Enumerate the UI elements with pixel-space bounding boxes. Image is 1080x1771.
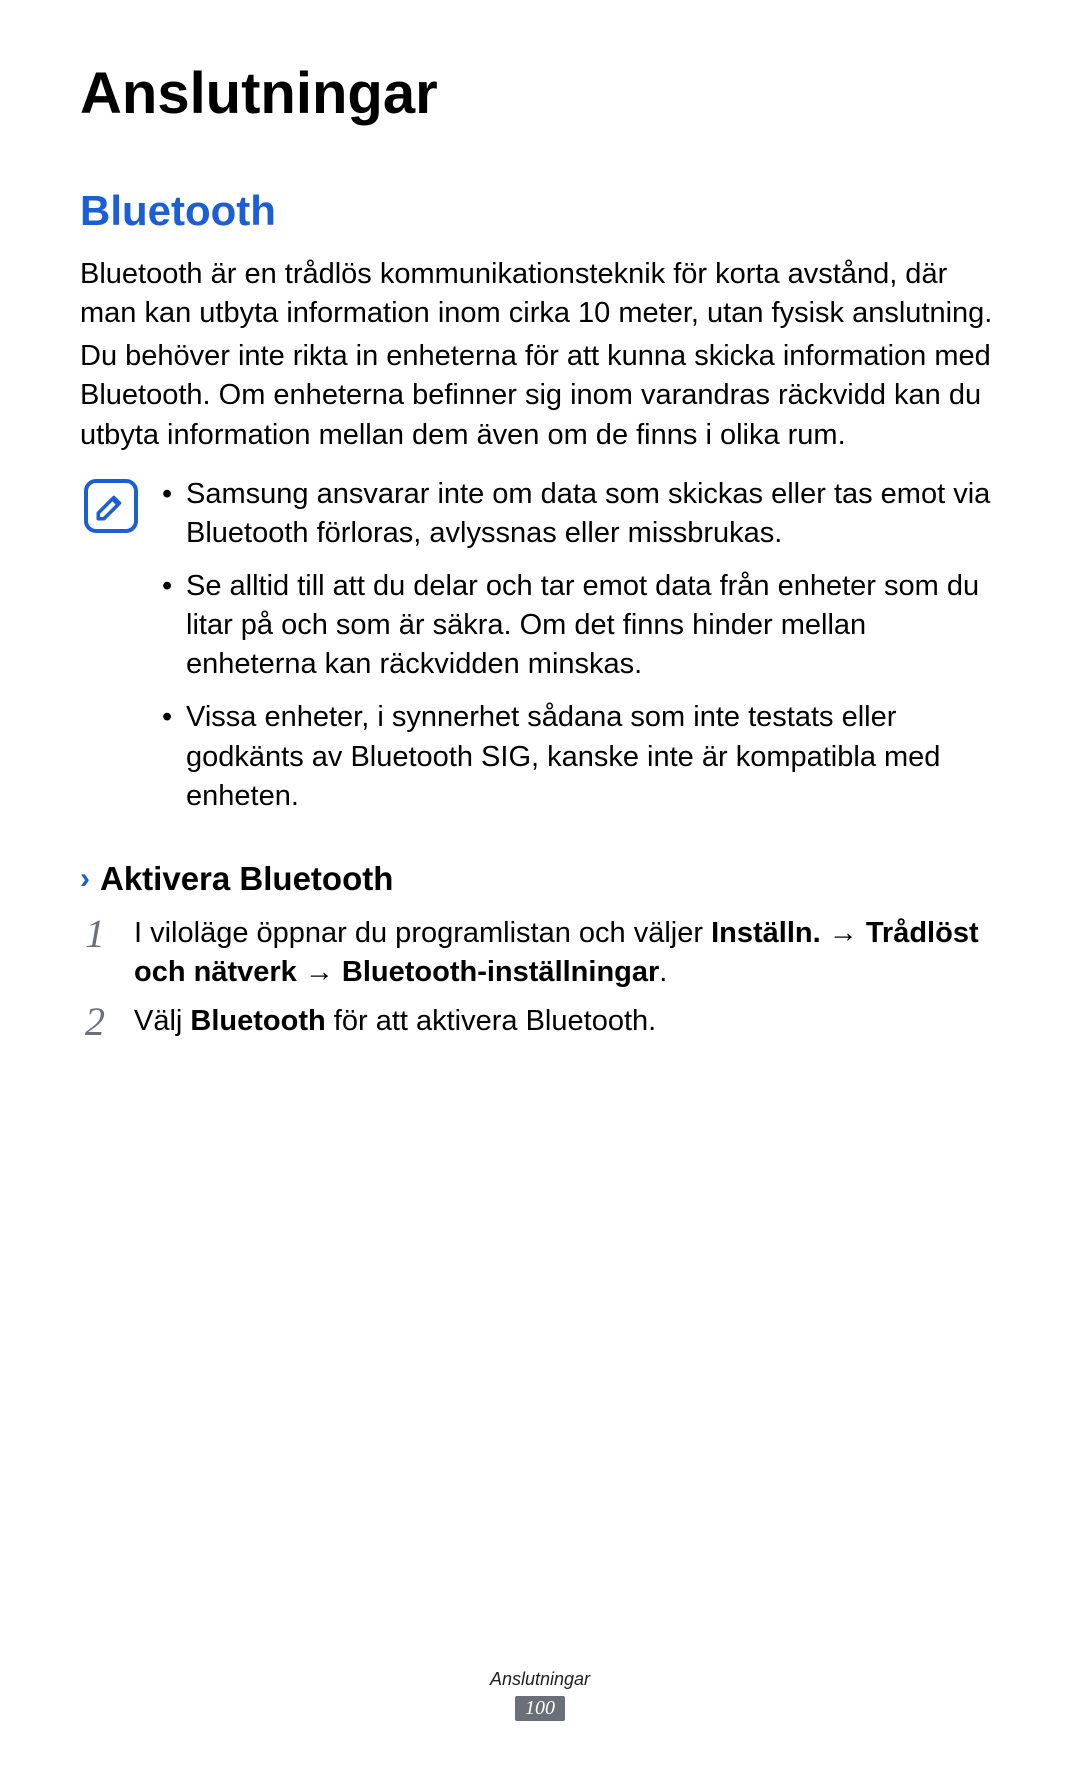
note-box: Samsung ansvarar inte om data som skicka… bbox=[80, 475, 1000, 830]
note-item: Samsung ansvarar inte om data som skicka… bbox=[156, 475, 1000, 553]
step-bold: Inställn. bbox=[711, 917, 821, 949]
step-suffix: för att aktivera Bluetooth. bbox=[326, 1005, 656, 1037]
page-number: 100 bbox=[515, 1696, 565, 1721]
page-container: Anslutningar Bluetooth Bluetooth är en t… bbox=[0, 0, 1080, 1092]
step-prefix: I viloläge öppnar du programlistan och v… bbox=[134, 917, 711, 949]
paragraph-1: Bluetooth är en trådlös kommunikationste… bbox=[80, 255, 1000, 333]
subsection-title: Aktivera Bluetooth bbox=[100, 860, 393, 898]
section-title: Bluetooth bbox=[80, 187, 1000, 235]
step-text: I viloläge öppnar du programlistan och v… bbox=[134, 914, 1000, 992]
arrow-text: → bbox=[297, 956, 342, 988]
arrow-text: → bbox=[821, 917, 866, 949]
step-1: 1 I viloläge öppnar du programlistan och… bbox=[80, 914, 1000, 992]
note-list: Samsung ansvarar inte om data som skicka… bbox=[156, 475, 1000, 830]
step-number: 1 bbox=[80, 914, 110, 954]
step-number: 2 bbox=[80, 1002, 110, 1042]
chevron-right-icon: › bbox=[80, 864, 90, 894]
step-bold: Bluetooth-inställningar bbox=[342, 956, 659, 988]
paragraph-2: Du behöver inte rikta in enheterna för a… bbox=[80, 337, 1000, 454]
subsection-header: › Aktivera Bluetooth bbox=[80, 860, 1000, 898]
step-text: Välj Bluetooth för att aktivera Bluetoot… bbox=[134, 1002, 656, 1041]
note-item: Se alltid till att du delar och tar emot… bbox=[156, 567, 1000, 684]
page-footer: Anslutningar 100 bbox=[0, 1669, 1080, 1721]
note-item: Vissa enheter, i synnerhet sådana som in… bbox=[156, 698, 1000, 815]
main-title: Anslutningar bbox=[80, 60, 1000, 127]
step-period: . bbox=[659, 956, 667, 988]
step-prefix: Välj bbox=[134, 1005, 190, 1037]
note-icon bbox=[84, 479, 138, 533]
step-bold: Bluetooth bbox=[190, 1005, 325, 1037]
footer-section-name: Anslutningar bbox=[0, 1669, 1080, 1690]
step-2: 2 Välj Bluetooth för att aktivera Blueto… bbox=[80, 1002, 1000, 1042]
